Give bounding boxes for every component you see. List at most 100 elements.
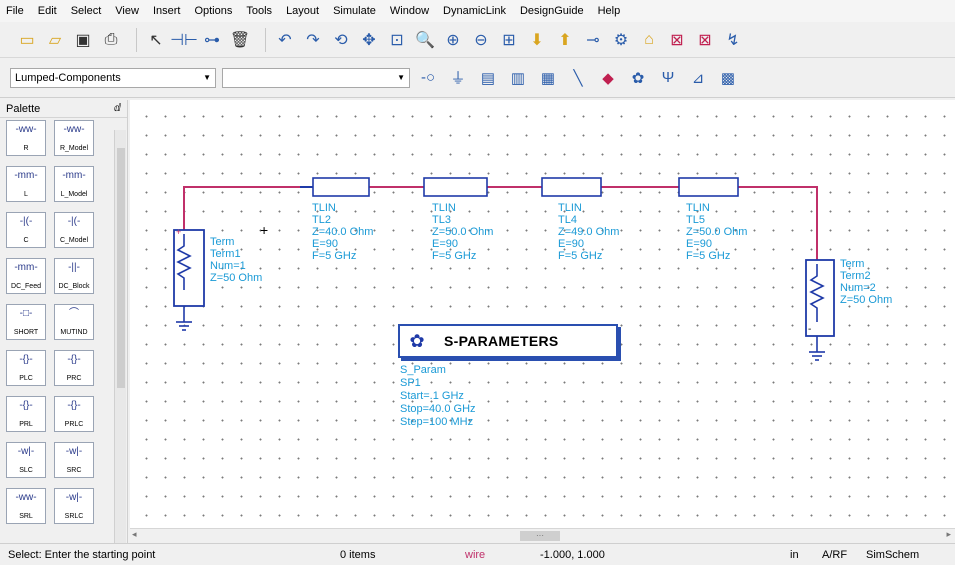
- palette-item-prlc[interactable]: -{}- PRLC: [54, 396, 94, 432]
- delete-icon[interactable]: 🗑: [229, 29, 251, 51]
- push-into-icon[interactable]: ⬇: [526, 29, 548, 51]
- menu-edit[interactable]: Edit: [38, 5, 57, 17]
- palette-item-l-model[interactable]: -mm- L_Model: [54, 166, 94, 202]
- menu-dynamiclink[interactable]: DynamicLink: [443, 5, 506, 17]
- palette-item-icon: -||-: [68, 262, 80, 273]
- save-icon[interactable]: ▣: [72, 29, 94, 51]
- scroll-left-arrow[interactable]: ◂: [132, 529, 137, 540]
- menu-tools[interactable]: Tools: [246, 5, 272, 17]
- palette-item-plc[interactable]: -{}- PLC: [6, 350, 46, 386]
- palette-item-c[interactable]: -|(- C: [6, 212, 46, 248]
- schematic-icon[interactable]: ⚙: [610, 29, 632, 51]
- zoom-icon[interactable]: 🔍: [414, 29, 436, 51]
- menu-file[interactable]: File: [6, 5, 24, 17]
- menu-view[interactable]: View: [115, 5, 139, 17]
- palette-item-src[interactable]: -w|- SRC: [54, 442, 94, 478]
- menu-options[interactable]: Options: [194, 5, 232, 17]
- name-pin-icon[interactable]: ◆: [596, 66, 620, 90]
- zoom-area-icon[interactable]: ⊡: [386, 29, 408, 51]
- symbol-icon[interactable]: ⊠: [666, 29, 688, 51]
- rotate-icon[interactable]: ⟲: [330, 29, 352, 51]
- zoom-out-icon[interactable]: ⊖: [470, 29, 492, 51]
- tl-component[interactable]: [423, 177, 488, 197]
- open-folder-icon[interactable]: ▱: [44, 29, 66, 51]
- tl-component[interactable]: [541, 177, 602, 197]
- status-units: in: [790, 549, 799, 561]
- new-folder-icon[interactable]: ▭: [16, 29, 38, 51]
- var-icon[interactable]: ▤: [476, 66, 500, 90]
- library-select[interactable]: Lumped-Components ▼: [10, 67, 216, 88]
- tuning-icon[interactable]: ↯: [722, 29, 744, 51]
- simulate-icon[interactable]: ⊠: [694, 29, 716, 51]
- wire-tool-icon[interactable]: ╲: [566, 66, 590, 90]
- palette-item-dc-block[interactable]: -||- DC_Block: [54, 258, 94, 294]
- menu-simulate[interactable]: Simulate: [333, 5, 376, 17]
- wire[interactable]: [738, 186, 818, 260]
- status-prompt: Select: Enter the starting point: [8, 549, 156, 561]
- pop-out-icon[interactable]: ⬆: [554, 29, 576, 51]
- palette-item-r[interactable]: -ww- R: [6, 120, 46, 156]
- svg-text:-: -: [808, 324, 811, 335]
- menu-insert[interactable]: Insert: [153, 5, 181, 17]
- print-icon[interactable]: ⎙: [100, 29, 122, 51]
- scroll-right-arrow[interactable]: ▸: [946, 529, 951, 540]
- schematic-canvas[interactable]: + + - TLIN TL2 Z=40.0 Ohm E=90 F=5 GHz T…: [130, 100, 955, 528]
- status-domain: A/RF: [822, 549, 848, 561]
- term2-symbol[interactable]: -: [805, 259, 835, 361]
- tl3-labels: TLIN TL3 Z=50.0 Ohm E=90 F=5 GHz: [432, 202, 493, 262]
- undo-icon[interactable]: ↶: [274, 29, 296, 51]
- palette-item-icon: ⌒: [69, 308, 79, 319]
- menu-window[interactable]: Window: [390, 5, 429, 17]
- palette-item-prl[interactable]: -{}- PRL: [6, 396, 46, 432]
- canvas-horizontal-scrollbar[interactable]: ◂ ··· ▸: [130, 528, 955, 542]
- move-icon[interactable]: ✥: [358, 29, 380, 51]
- palette-item-l[interactable]: -mm- L: [6, 166, 46, 202]
- zoom-in-icon[interactable]: ⊕: [442, 29, 464, 51]
- tl2-name: TL2: [312, 214, 331, 226]
- palette-item-label: SHORT: [13, 329, 39, 336]
- menu-layout[interactable]: Layout: [286, 5, 319, 17]
- sparameters-controller[interactable]: ✿ S-PARAMETERS: [398, 324, 618, 358]
- canvas-scroll-thumb[interactable]: ···: [520, 531, 560, 541]
- component-search-combo[interactable]: ▼: [222, 67, 410, 88]
- chevron-down-icon: ▼: [397, 73, 405, 82]
- ground-icon[interactable]: ⏚: [446, 66, 470, 90]
- pin-icon[interactable]: ⅆ: [114, 103, 121, 114]
- palette-item-r-model[interactable]: -ww- R_Model: [54, 120, 94, 156]
- insert-wire-icon[interactable]: ⊶: [201, 29, 223, 51]
- component-library-icon[interactable]: ▥: [506, 66, 530, 90]
- palette-item-c-model[interactable]: -|(- C_Model: [54, 212, 94, 248]
- term1-symbol[interactable]: +: [173, 227, 205, 331]
- redo-icon[interactable]: ↷: [302, 29, 324, 51]
- palette-item-prc[interactable]: -{}- PRC: [54, 350, 94, 386]
- tl5-name: TL5: [686, 214, 705, 226]
- fit-icon[interactable]: ⊞: [498, 29, 520, 51]
- tuning-fork-icon[interactable]: Ψ: [656, 66, 680, 90]
- palette-item-label: R_Model: [59, 145, 88, 152]
- palette-item-srl[interactable]: -ww- SRL: [6, 488, 46, 524]
- select-pointer-icon[interactable]: ↖: [145, 29, 167, 51]
- palette-item-dc-feed[interactable]: -mm- DC_Feed: [6, 258, 46, 294]
- net-icon[interactable]: ✿: [626, 66, 650, 90]
- display-template-icon[interactable]: ▦: [536, 66, 560, 90]
- palette-item-mutind[interactable]: ⌒ MUTIND: [54, 304, 94, 340]
- palette-item-srlc[interactable]: -w|- SRLC: [54, 488, 94, 524]
- library-select-value: Lumped-Components: [15, 71, 121, 84]
- port-icon[interactable]: -○: [416, 66, 440, 90]
- palette-item-slc[interactable]: -w|- SLC: [6, 442, 46, 478]
- tune-icon[interactable]: ⊸: [582, 29, 604, 51]
- tl-component[interactable]: [678, 177, 739, 197]
- palette-scroll-thumb[interactable]: [117, 148, 125, 388]
- layout-icon[interactable]: ⌂: [638, 29, 660, 51]
- menu-select[interactable]: Select: [71, 5, 102, 17]
- data-display-icon[interactable]: ▩: [716, 66, 740, 90]
- palette-item-label: PRC: [66, 375, 82, 382]
- menu-designguide[interactable]: DesignGuide: [520, 5, 584, 17]
- palette-scrollbar[interactable]: [114, 130, 126, 543]
- palette-item-short[interactable]: -□- SHORT: [6, 304, 46, 340]
- tl2-labels: TLIN TL2 Z=40.0 Ohm E=90 F=5 GHz: [312, 202, 373, 262]
- graph-icon[interactable]: ⊿: [686, 66, 710, 90]
- menu-help[interactable]: Help: [598, 5, 621, 17]
- insert-pin-icon[interactable]: ⊣⊢: [170, 29, 198, 51]
- tl-component[interactable]: [300, 177, 370, 197]
